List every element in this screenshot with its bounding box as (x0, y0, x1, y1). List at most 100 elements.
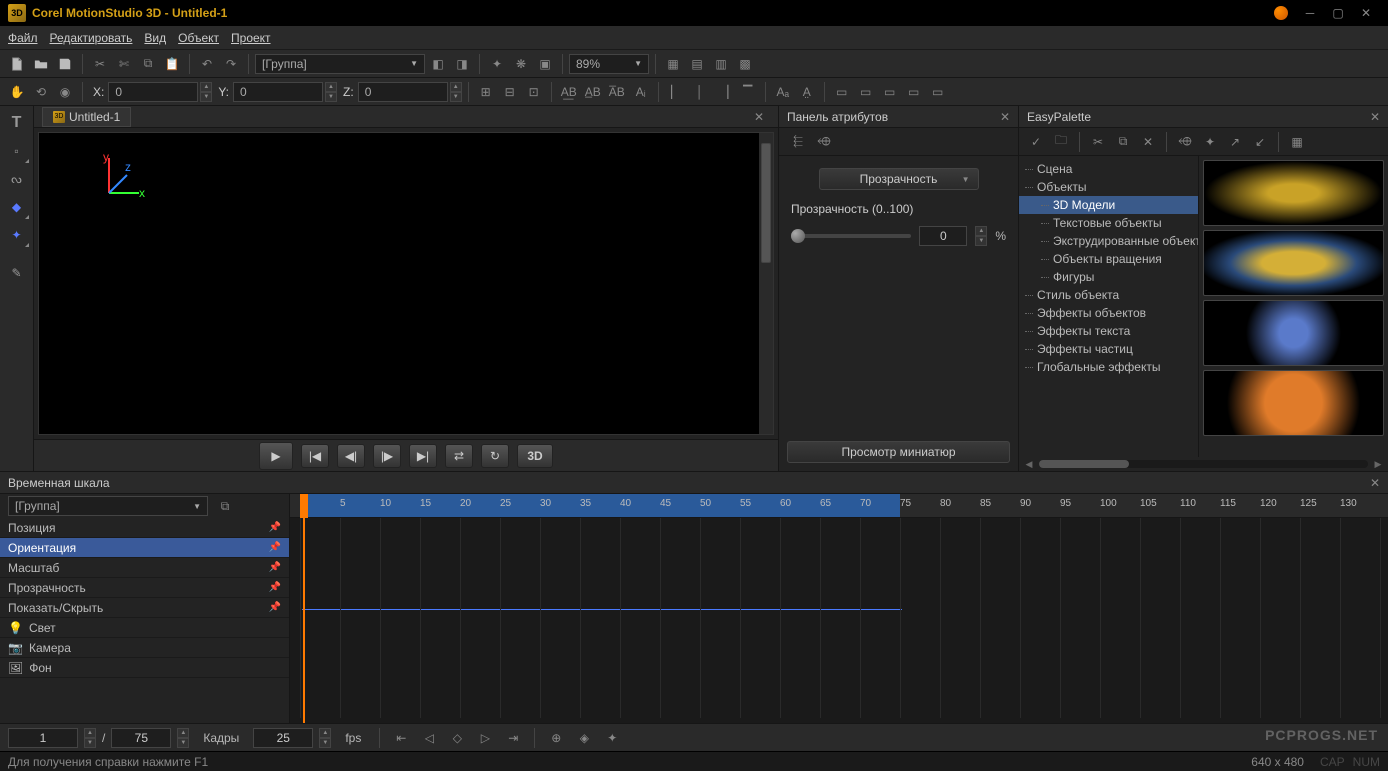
pin-icon[interactable]: 📌 (269, 562, 281, 573)
ep-delete-icon[interactable]: ✕ (1137, 131, 1159, 153)
halign-center-icon[interactable]: │ (689, 81, 711, 103)
total-spinner[interactable]: ▲▼ (177, 728, 189, 748)
viewport-close-icon[interactable]: ✕ (748, 108, 770, 126)
pin-icon[interactable]: 📌 (269, 602, 281, 613)
dist-5-icon[interactable]: ▭ (927, 81, 949, 103)
open-file-icon[interactable] (30, 53, 52, 75)
repeat-button[interactable]: ↻ (481, 444, 509, 468)
thumb-motion[interactable] (1203, 160, 1384, 226)
viewport-tab-untitled[interactable]: 3D Untitled-1 (42, 107, 131, 127)
dd-action-1-icon[interactable]: ◧ (427, 53, 449, 75)
track-visibility[interactable]: Показать/Скрыть📌 (0, 598, 289, 618)
tree-particle-fx[interactable]: Эффекты частиц (1019, 340, 1198, 358)
total-frames-input[interactable] (111, 728, 171, 748)
zoom-dropdown[interactable]: 89%▼ (569, 54, 649, 74)
ep-copy-icon[interactable]: ⧉ (1112, 131, 1134, 153)
group-dropdown[interactable]: [Группа]▼ (255, 54, 425, 74)
tree-object-fx[interactable]: Эффекты объектов (1019, 304, 1198, 322)
y-input[interactable] (233, 82, 323, 102)
valign-top-icon[interactable]: ▔ (737, 81, 759, 103)
pin-icon[interactable]: 📌 (269, 522, 281, 533)
x-input[interactable] (108, 82, 198, 102)
fps-spinner[interactable]: ▲▼ (319, 728, 331, 748)
track-orientation[interactable]: Ориентация📌 (0, 538, 289, 558)
text-aa-icon[interactable]: Aₐ (772, 81, 794, 103)
new-file-icon[interactable] (6, 53, 28, 75)
playhead-icon[interactable] (300, 494, 308, 518)
tl-btn-5-icon[interactable]: ⇥ (502, 727, 524, 749)
dist-4-icon[interactable]: ▭ (903, 81, 925, 103)
viewport-3d[interactable]: y x z (38, 132, 774, 435)
preview-thumbnails-button[interactable]: Просмотр миниатюр (787, 441, 1010, 463)
maximize-button[interactable]: ▢ (1324, 3, 1352, 23)
opacity-spinner[interactable]: ▲▼ (975, 226, 987, 246)
thumb-ball[interactable] (1203, 370, 1384, 436)
tl-btn-1-icon[interactable]: ⇤ (390, 727, 412, 749)
track-position[interactable]: Позиция📌 (0, 518, 289, 538)
z-input[interactable] (358, 82, 448, 102)
grid1-icon[interactable]: ▦ (662, 53, 684, 75)
tree-lathe[interactable]: Объекты вращения (1019, 250, 1198, 268)
z-spinner[interactable]: ▲▼ (450, 82, 462, 102)
dd-action-2-icon[interactable]: ◨ (451, 53, 473, 75)
notification-icon[interactable] (1274, 6, 1288, 20)
fps-input[interactable] (253, 728, 313, 748)
particle-tool-icon[interactable]: ✦ (4, 222, 30, 248)
menu-edit[interactable]: Редактировать (50, 31, 133, 45)
tree-extruded[interactable]: Экструдированные объекть (1019, 232, 1198, 250)
text-tool-icon[interactable]: T (4, 110, 30, 136)
dist-1-icon[interactable]: ▭ (831, 81, 853, 103)
ep-check-icon[interactable]: ✓ (1025, 131, 1047, 153)
track-scale[interactable]: Масштаб📌 (0, 558, 289, 578)
tl-btn-3-icon[interactable]: ◇ (446, 727, 468, 749)
fx-icon[interactable]: ❋ (510, 53, 532, 75)
timeline-right[interactable]: 1510152025303540455055606570758085909510… (290, 494, 1388, 723)
halign-left-icon[interactable]: ▏ (665, 81, 687, 103)
minimize-button[interactable]: ─ (1296, 3, 1324, 23)
primitive-tool-icon[interactable]: ◆ (4, 194, 30, 220)
attr-prev-icon[interactable]: ⬱ (787, 131, 809, 153)
thumb-bike[interactable] (1203, 300, 1384, 366)
3d-toggle-button[interactable]: 3D (517, 444, 553, 468)
copy-icon[interactable]: ⧉ (137, 53, 159, 75)
dist-3-icon[interactable]: ▭ (879, 81, 901, 103)
paste-icon[interactable]: 📋 (161, 53, 183, 75)
menu-object[interactable]: Объект (178, 31, 219, 45)
current-frame-input[interactable] (8, 728, 78, 748)
opacity-input[interactable] (919, 226, 967, 246)
y-spinner[interactable]: ▲▼ (325, 82, 337, 102)
timeline-close-icon[interactable]: ✕ (1370, 476, 1380, 490)
rotate-icon[interactable]: ⟲ (30, 81, 52, 103)
timeline-copy-icon[interactable]: ⧉ (214, 495, 236, 517)
undo-icon[interactable]: ↶ (196, 53, 218, 75)
grid2-icon[interactable]: ▤ (686, 53, 708, 75)
pin-icon[interactable]: 📌 (269, 542, 281, 553)
thumb-globe[interactable] (1203, 230, 1384, 296)
prev-frame-button[interactable]: ◀| (337, 444, 365, 468)
first-frame-button[interactable]: |◀ (301, 444, 329, 468)
tl-btn-7-icon[interactable]: ◈ (573, 727, 595, 749)
redo-icon[interactable]: ↷ (220, 53, 242, 75)
attr-dropdown[interactable]: Прозрачность (819, 168, 979, 190)
save-file-icon[interactable] (54, 53, 76, 75)
tree-objects[interactable]: Объекты (1019, 178, 1198, 196)
grid3-icon[interactable]: ▥ (710, 53, 732, 75)
ep-nav-icon[interactable]: ⬲ (1174, 131, 1196, 153)
edit-tool-icon[interactable]: ✎ (4, 260, 30, 286)
tree-global-fx[interactable]: Глобальные эффекты (1019, 358, 1198, 376)
easypalette-close-icon[interactable]: ✕ (1370, 110, 1380, 124)
scissors-icon[interactable]: ✄ (113, 53, 135, 75)
track-background[interactable]: 🖼Фон (0, 658, 289, 678)
attributes-close-icon[interactable]: ✕ (1000, 110, 1010, 124)
text-align-3-icon[interactable]: A̅B (606, 81, 628, 103)
tree-shapes[interactable]: Фигуры (1019, 268, 1198, 286)
halign-right-icon[interactable]: ▕ (713, 81, 735, 103)
pin-icon[interactable]: 📌 (269, 582, 281, 593)
tl-btn-2-icon[interactable]: ◁ (418, 727, 440, 749)
attr-next-icon[interactable]: ⬲ (813, 131, 835, 153)
menu-project[interactable]: Проект (231, 31, 271, 45)
viewport-scrollbar[interactable] (759, 133, 773, 434)
wand-icon[interactable]: ✦ (486, 53, 508, 75)
align-btn-3-icon[interactable]: ⊡ (523, 81, 545, 103)
tree-text-fx[interactable]: Эффекты текста (1019, 322, 1198, 340)
